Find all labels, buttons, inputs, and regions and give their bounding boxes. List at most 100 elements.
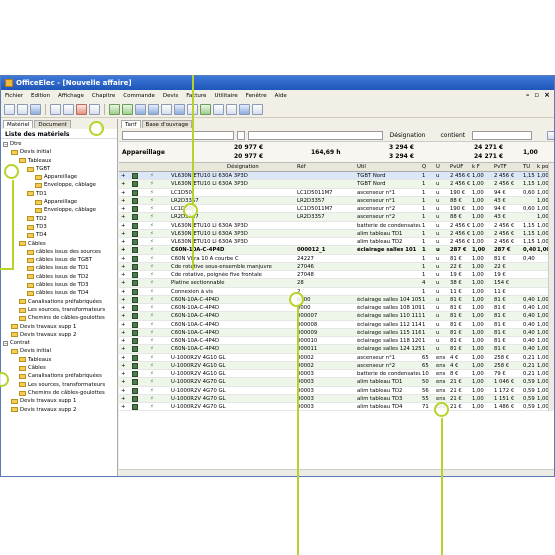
cell-des[interactable]: Cde rotative sous-ensemble manjuvre bbox=[171, 264, 281, 270]
menu-facture[interactable]: Facture bbox=[186, 93, 206, 99]
cell-q[interactable]: 71 bbox=[422, 404, 434, 410]
cell-util[interactable]: ascenseur n°1 bbox=[357, 355, 421, 361]
tree-node[interactable]: Devis initial bbox=[1, 148, 117, 156]
menu-affichage[interactable]: Affichage bbox=[58, 93, 84, 99]
cell-tu[interactable]: 1,15 bbox=[523, 223, 536, 229]
cell-tu[interactable]: 0,21 bbox=[523, 363, 536, 369]
tree-node[interactable]: câbles issus de TD1 bbox=[1, 264, 117, 272]
cell-des[interactable]: VL630N ETU10 LI 630A 3P3D bbox=[171, 181, 281, 187]
help-icon[interactable] bbox=[252, 104, 263, 115]
table-row[interactable]: + ⚡ VL630N ETU10 LI 630A 3P3D batterie de c… bbox=[119, 222, 554, 230]
col-designation[interactable]: Désignation bbox=[227, 164, 259, 170]
cell-tu[interactable]: 0,59 bbox=[523, 379, 536, 385]
tree-node[interactable]: Canalisations préfabriquées bbox=[1, 372, 117, 380]
cell-kf[interactable]: 1,00 bbox=[472, 223, 492, 229]
tree-node[interactable]: − Contrat bbox=[1, 339, 117, 347]
cell-kf[interactable]: 1,00 bbox=[472, 214, 492, 220]
cell-ref[interactable]: 00003 bbox=[297, 379, 355, 385]
cell-ref[interactable]: 27046 bbox=[297, 264, 355, 270]
cell-kf[interactable]: 1,00 bbox=[472, 346, 492, 352]
table-row[interactable]: + ⚡ Platine sectionnable 28 4 u 38 €1,00 154 € bbox=[119, 279, 554, 288]
col-u[interactable]: U bbox=[436, 164, 440, 170]
cell-pvtf[interactable]: 1 172 € bbox=[494, 388, 522, 394]
cell-q[interactable]: 1 bbox=[422, 322, 434, 328]
cell-des[interactable]: C60N-10A-C-4P4D bbox=[171, 313, 281, 319]
cell-pvuf[interactable]: 88 € bbox=[450, 214, 472, 220]
tree-node[interactable]: câbles issus de TD4 bbox=[1, 289, 117, 297]
cell-u[interactable]: u bbox=[436, 330, 448, 336]
cell-pvtf[interactable]: 81 € bbox=[494, 338, 522, 344]
cell-q[interactable]: 50 bbox=[422, 379, 434, 385]
cell-tu[interactable]: 1,15 bbox=[523, 231, 536, 237]
expand-row-icon[interactable]: + bbox=[121, 363, 125, 369]
delete-icon[interactable] bbox=[76, 104, 87, 115]
cell-pvtf[interactable]: 81 € bbox=[494, 313, 522, 319]
cell-util[interactable]: ascenseur n°2 bbox=[357, 214, 421, 220]
copy-icon[interactable] bbox=[63, 104, 74, 115]
expand-row-icon[interactable]: + bbox=[121, 371, 125, 377]
tree-node[interactable]: Enveloppe, câblage bbox=[1, 206, 117, 214]
cell-pvuf[interactable]: 81 € bbox=[450, 305, 472, 311]
table-row[interactable]: + ⚡ VL630N ETU10 LI 630A 3P3D TGBT Nord 1 u 2 … bbox=[119, 172, 554, 181]
go-icon[interactable] bbox=[547, 130, 554, 140]
expand-row-icon[interactable]: + bbox=[121, 272, 125, 278]
cell-u[interactable]: u bbox=[436, 231, 448, 237]
cell-pvtf[interactable]: 287 € bbox=[494, 247, 522, 253]
cell-util[interactable]: batterie de condensateur bbox=[357, 371, 421, 377]
cell-ref[interactable]: 000007 bbox=[297, 313, 355, 319]
cell-pvuf[interactable]: 38 € bbox=[450, 280, 472, 286]
calc-icon[interactable] bbox=[161, 104, 172, 115]
cell-des[interactable]: C60N Vitra 10 A courbe C bbox=[171, 256, 281, 262]
cell-des[interactable]: C60N-10A-C-4P4D bbox=[171, 305, 281, 311]
cell-pvuf[interactable]: 190 € bbox=[450, 206, 472, 212]
cell-tu[interactable]: 0,40 bbox=[523, 330, 536, 336]
menu-utilitaire[interactable]: Utilitaire bbox=[214, 93, 237, 99]
cell-u[interactable]: u bbox=[436, 173, 448, 179]
cell-pvtf[interactable]: 81 € bbox=[494, 322, 522, 328]
cell-tu[interactable]: 1,15 bbox=[523, 173, 536, 179]
cell-pvtf[interactable]: 43 € bbox=[494, 198, 522, 204]
cell-u[interactable]: u bbox=[436, 338, 448, 344]
cell-util[interactable]: alim tableau TD4 bbox=[357, 404, 421, 410]
cell-kf[interactable]: 1,00 bbox=[472, 404, 492, 410]
table-row[interactable]: + ⚡ U-1000R2V 4G10 GL 00003 batterie de cond… bbox=[119, 370, 554, 379]
cell-ref[interactable]: LR2D3357 bbox=[297, 214, 355, 220]
table-row[interactable]: + ⚡ C60N Vitra 10 A courbe C 24227 1 u 81 €1,0… bbox=[119, 255, 554, 263]
insert-icon[interactable] bbox=[109, 104, 120, 115]
menu-chapitre[interactable]: Chapitre bbox=[92, 93, 115, 99]
grid-icon[interactable] bbox=[174, 104, 185, 115]
expand-row-icon[interactable]: + bbox=[121, 206, 125, 212]
table-row[interactable]: + ⚡ C60N-10A-C-4P4D 0000éclairage salles 10… bbox=[119, 295, 554, 304]
expand-row-icon[interactable]: + bbox=[121, 346, 125, 352]
expand-row-icon[interactable]: + bbox=[121, 223, 125, 229]
cell-q[interactable]: 56 bbox=[422, 388, 434, 394]
cell-pvtf[interactable]: 81 € bbox=[494, 256, 522, 262]
cell-q[interactable]: 1 bbox=[422, 313, 434, 319]
family-select[interactable] bbox=[122, 130, 234, 140]
cell-pvuf[interactable]: 8 € bbox=[450, 371, 472, 377]
cell-pvuf[interactable]: 81 € bbox=[450, 330, 472, 336]
cell-pvtf[interactable]: 22 € bbox=[494, 264, 522, 270]
cell-pvuf[interactable]: 21 € bbox=[450, 388, 472, 394]
cell-kf[interactable]: 1,00 bbox=[472, 396, 492, 402]
cell-des[interactable]: C60N-10A-C-4P4D bbox=[171, 322, 281, 328]
tree-node[interactable]: TD4 bbox=[1, 231, 117, 239]
paste-icon[interactable] bbox=[89, 104, 100, 115]
cell-u[interactable]: u bbox=[436, 289, 448, 295]
table-row[interactable]: + ⚡ Cde rotative sous-ensemble manjuvre 270… bbox=[119, 262, 554, 271]
cell-q[interactable]: 1 bbox=[422, 206, 434, 212]
cell-des[interactable]: U-1000R2V 4G70 GL bbox=[171, 396, 281, 402]
cell-kf[interactable]: 1,00 bbox=[472, 305, 492, 311]
cell-pvuf[interactable]: 19 € bbox=[450, 272, 472, 278]
cell-ref[interactable]: 00002 bbox=[297, 363, 355, 369]
cell-u[interactable]: u bbox=[436, 322, 448, 328]
table-row[interactable]: + ⚡ U-1000R2V 4G70 GL 00003 alim tableau TD2… bbox=[119, 387, 554, 395]
cell-des[interactable]: Connexion à vis bbox=[171, 289, 281, 295]
close-icon[interactable]: × bbox=[544, 91, 550, 99]
cell-pvtf[interactable]: 81 € bbox=[494, 297, 522, 303]
cell-kf[interactable]: 1,00 bbox=[472, 181, 492, 187]
table-row[interactable]: + ⚡ C60N-10A-C-4P4D 000007 éclairage salles … bbox=[119, 312, 554, 321]
expand-row-icon[interactable]: + bbox=[121, 214, 125, 220]
cell-pvtf[interactable]: 81 € bbox=[494, 330, 522, 336]
cell-util[interactable]: éclairage salles 115 116, 117 bbox=[357, 330, 421, 336]
